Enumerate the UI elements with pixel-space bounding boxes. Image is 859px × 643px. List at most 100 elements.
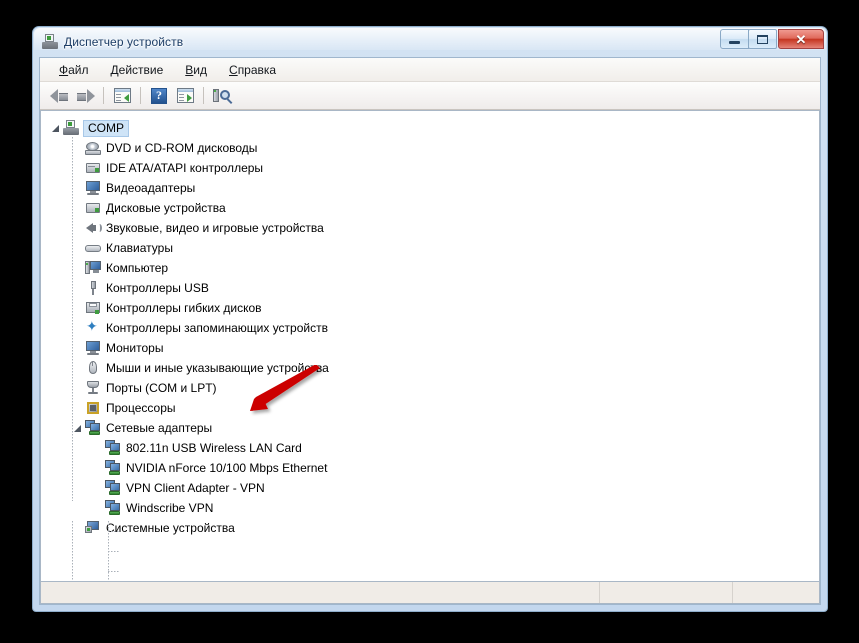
tree-item-label: COMP (83, 119, 129, 137)
device-tree[interactable]: COMP DVD и CD-ROM дисководы IDE ATA/ATAP… (40, 110, 820, 582)
console-tree-icon (113, 88, 131, 103)
tree-item-label: IDE ATA/ATAPI контроллеры (106, 161, 264, 175)
tree-guide (108, 531, 119, 532)
expander-processors[interactable] (69, 398, 85, 418)
title-bar[interactable]: Диспетчер устройств ✕ (33, 27, 827, 57)
expander-keyboards[interactable] (69, 238, 85, 258)
tree-item-dvd[interactable]: DVD и CD-ROM дисководы (41, 138, 819, 158)
tree-item-storage[interactable]: ✦ Контроллеры запоминающих устройств (41, 318, 819, 338)
menu-bar: Файл Действие Вид Справка (40, 58, 820, 82)
back-button[interactable] (46, 84, 72, 107)
show-hide-console-tree-button[interactable] (109, 84, 135, 107)
expander-floppy[interactable] (69, 298, 85, 318)
help-button[interactable]: ? (146, 84, 172, 107)
tree-item-label: Сетевые адаптеры (106, 421, 213, 435)
back-arrow-icon (49, 88, 69, 103)
tree-item-ide[interactable]: IDE ATA/ATAPI контроллеры (41, 158, 819, 178)
tree-item-label: NVIDIA nForce 10/100 Mbps Ethernet (126, 461, 328, 475)
expander-dvd[interactable] (69, 138, 85, 158)
tree-item-disk-drives[interactable]: Дисковые устройства (41, 198, 819, 218)
tree-item-label: DVD и CD-ROM дисководы (106, 141, 258, 155)
close-button[interactable]: ✕ (778, 29, 824, 49)
scan-hardware-changes-button[interactable] (209, 84, 235, 107)
computer-root-icon (63, 120, 79, 136)
expander-display-adapters[interactable] (69, 178, 85, 198)
network-adapter-icon (85, 420, 101, 436)
tree-item-label: Мыши и иные указывающие устройства (106, 361, 329, 375)
tree-item-network-adapters[interactable]: Сетевые адаптеры (41, 418, 819, 438)
close-icon: ✕ (795, 31, 807, 47)
tree-item-label: VPN Client Adapter - VPN (126, 481, 265, 495)
display-adapter-icon (85, 180, 101, 196)
tree-item-label: Звуковые, видео и игровые устройства (106, 221, 324, 235)
tree-item-ports[interactable]: Порты (COM и LPT) (41, 378, 819, 398)
tree-item-usb[interactable]: Контроллеры USB (41, 278, 819, 298)
network-adapter-icon (105, 480, 121, 496)
expander-monitors[interactable] (69, 338, 85, 358)
expander-storage[interactable] (69, 318, 85, 338)
sound-device-icon (85, 220, 102, 236)
minimize-icon (729, 40, 740, 44)
window-title: Диспетчер устройств (64, 35, 184, 49)
expander-network-adapters[interactable] (69, 418, 85, 438)
tree-item-mice[interactable]: Мыши и иные указывающие устройства (41, 358, 819, 378)
expander-sound[interactable] (69, 218, 85, 238)
properties-button[interactable] (172, 84, 198, 107)
tree-item-processors[interactable]: Процессоры (41, 398, 819, 418)
tree-item-network-child[interactable]: NVIDIA nForce 10/100 Mbps Ethernet (41, 458, 819, 478)
expander-root[interactable] (47, 118, 63, 138)
menu-file[interactable]: Файл (48, 61, 100, 79)
status-bar (40, 582, 820, 604)
minimize-button[interactable] (720, 29, 749, 49)
computer-icon (85, 260, 101, 276)
client-area: Файл Действие Вид Справка ? COMP DVD и C… (39, 57, 821, 605)
tree-item-label: Клавиатуры (106, 241, 173, 255)
scan-hardware-icon (213, 88, 233, 104)
disk-drive-icon (85, 200, 101, 216)
tree-item-network-child[interactable]: Windscribe VPN (41, 498, 819, 518)
expander-ports[interactable] (69, 378, 85, 398)
toolbar-separator (203, 87, 204, 104)
expander-mice[interactable] (69, 358, 85, 378)
expander-disk-drives[interactable] (69, 198, 85, 218)
menu-action-accesskey: Д (110, 62, 119, 77)
tree-item-system-devices[interactable]: Системные устройства (41, 518, 819, 538)
tree-guide (108, 571, 119, 572)
monitor-icon (85, 340, 101, 356)
expander-computer[interactable] (69, 258, 85, 278)
tree-item-monitors[interactable]: Мониторы (41, 338, 819, 358)
processor-icon (85, 400, 101, 416)
tree-item-keyboards[interactable]: Клавиатуры (41, 238, 819, 258)
expander-system-devices[interactable] (69, 518, 85, 538)
mouse-icon (85, 360, 101, 376)
expander-ide[interactable] (69, 158, 85, 178)
keyboard-icon (85, 240, 101, 256)
tree-item-floppy[interactable]: Контроллеры гибких дисков (41, 298, 819, 318)
tree-item-label: Компьютер (106, 261, 169, 275)
network-adapter-icon (105, 500, 121, 516)
expander-usb[interactable] (69, 278, 85, 298)
forward-arrow-icon (76, 88, 95, 103)
tree-item-network-child[interactable]: 802.11n USB Wireless LAN Card (41, 438, 819, 458)
menu-action-rest: ействие (118, 62, 164, 77)
tree-item-label: Системные устройства (106, 521, 235, 535)
toolbar-separator (103, 87, 104, 104)
maximize-restore-button[interactable] (748, 29, 777, 49)
device-manager-window: Диспетчер устройств ✕ Файл Действие Вид (32, 26, 828, 612)
window-controls: ✕ (720, 29, 824, 49)
tree-item-network-child[interactable]: VPN Client Adapter - VPN (41, 478, 819, 498)
menu-action[interactable]: Действие (100, 61, 175, 79)
tree-item-computer[interactable]: Компьютер (41, 258, 819, 278)
tree-item-sound[interactable]: Звуковые, видео и игровые устройства (41, 218, 819, 238)
menu-view[interactable]: Вид (174, 61, 218, 79)
tree-item-root[interactable]: COMP (41, 118, 819, 138)
menu-file-rest: айл (68, 62, 89, 77)
menu-help[interactable]: Справка (218, 61, 287, 79)
toolbar-separator (140, 87, 141, 104)
tree-item-display-adapters[interactable]: Видеоадаптеры (41, 178, 819, 198)
device-manager-icon (42, 34, 58, 50)
floppy-controller-icon (85, 300, 101, 316)
forward-button[interactable] (72, 84, 98, 107)
menu-file-accesskey: Ф (59, 62, 69, 77)
tree-item-label: Контроллеры запоминающих устройств (106, 321, 328, 335)
